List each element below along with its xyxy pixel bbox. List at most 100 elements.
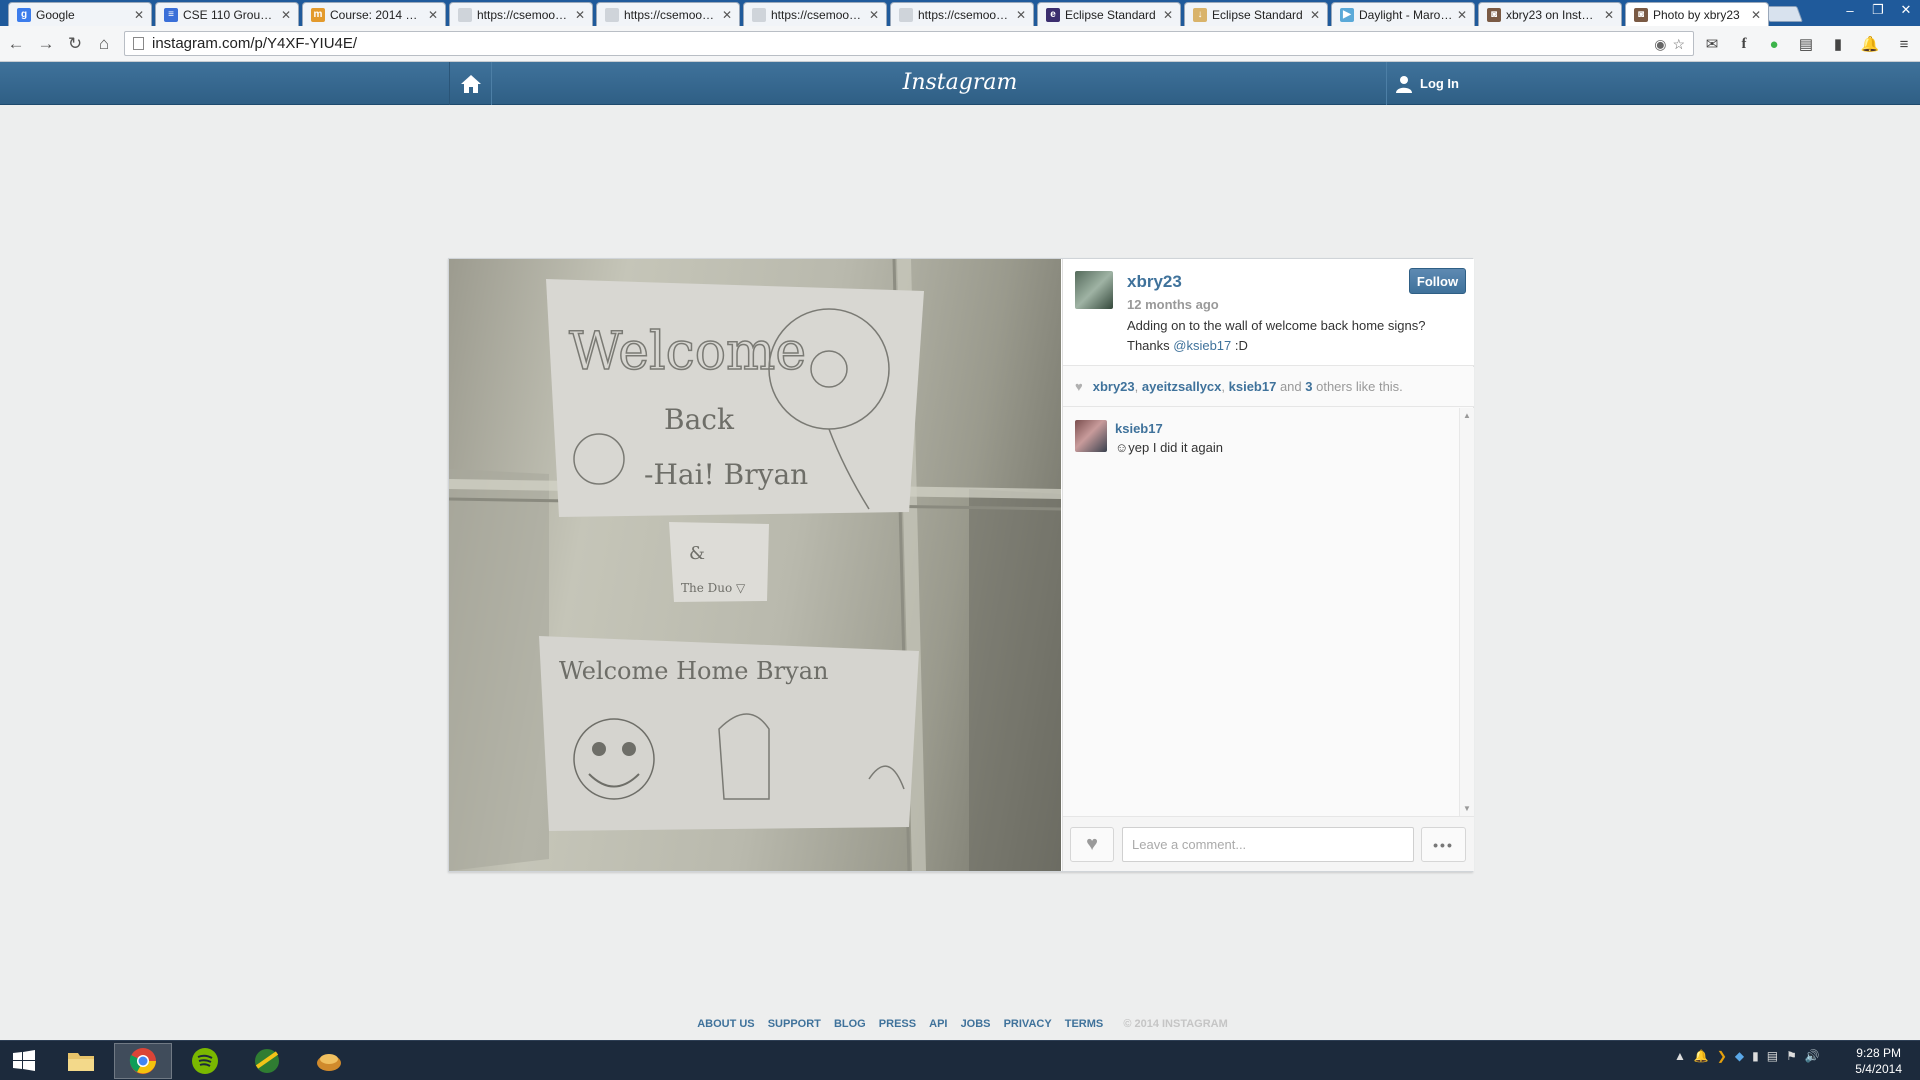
flag-icon[interactable]: ⚑ xyxy=(1786,1049,1797,1063)
close-tab-icon[interactable]: ✕ xyxy=(1456,8,1468,22)
footer-link-about[interactable]: ABOUT US xyxy=(697,1018,754,1030)
system-clock[interactable]: 9:28 PM 5/4/2014 xyxy=(1855,1045,1902,1077)
file-explorer-taskbar-button[interactable] xyxy=(52,1043,110,1079)
browser-tab[interactable]: ◙ Photo by xbry23 ✕ xyxy=(1625,2,1769,26)
caption-mention-link[interactable]: @ksieb17 xyxy=(1173,338,1231,353)
close-tab-icon[interactable]: ✕ xyxy=(868,8,880,22)
close-tab-icon[interactable]: ✕ xyxy=(721,8,733,22)
more-options-button[interactable]: ••• xyxy=(1421,827,1466,862)
browser-tab[interactable]: ↓ Eclipse Standard ✕ xyxy=(1184,2,1328,26)
comment-input[interactable] xyxy=(1122,827,1414,862)
show-hidden-icons-icon[interactable]: ▲ xyxy=(1674,1049,1686,1063)
browser-tab[interactable]: ≡ CSE 110 Group 10 ✕ xyxy=(155,2,299,26)
extension-id-icon[interactable]: ▮ xyxy=(1828,34,1848,54)
facebook-icon[interactable]: f xyxy=(1734,34,1754,54)
evernote-icon[interactable]: ● xyxy=(1764,34,1784,54)
chrome-menu-icon[interactable]: ≡ xyxy=(1894,34,1914,54)
footer-link-support[interactable]: SUPPORT xyxy=(768,1018,821,1030)
restore-icon[interactable]: ❐ xyxy=(1864,0,1892,20)
close-window-icon[interactable]: ✕ xyxy=(1892,0,1920,20)
likes-others-count[interactable]: 3 xyxy=(1305,379,1312,394)
footer-link-privacy[interactable]: PRIVACY xyxy=(1004,1018,1052,1030)
browser-tab[interactable]: ◙ xbry23 on Instagram✕ xyxy=(1478,2,1622,26)
plex-icon[interactable]: ❯ xyxy=(1717,1049,1727,1063)
browser-tab[interactable]: https://csemoodle ✕ xyxy=(890,2,1034,26)
new-tab-button[interactable] xyxy=(1763,6,1803,22)
chrome-taskbar-button[interactable] xyxy=(114,1043,172,1079)
bookmark-star-icon[interactable]: ☆ xyxy=(1672,36,1685,53)
comment-text: ☺yep I did it again xyxy=(1115,440,1223,455)
notification-icon[interactable]: 🔔 xyxy=(1694,1049,1709,1063)
owner-username[interactable]: xbry23 xyxy=(1127,272,1182,292)
back-icon[interactable]: ← xyxy=(4,32,28,56)
post-actions: ♥ ••• xyxy=(1063,816,1474,871)
home-icon[interactable]: ⌂ xyxy=(92,32,116,56)
battery-icon[interactable]: ▮ xyxy=(1752,1049,1759,1063)
instagram-logo[interactable]: Instagram xyxy=(0,70,1920,95)
instagram-icon: ◙ xyxy=(1634,7,1648,22)
footer-link-jobs[interactable]: JOBS xyxy=(961,1018,991,1030)
dropbox-icon[interactable]: ◆ xyxy=(1735,1049,1744,1063)
browser-tab[interactable]: g Google ✕ xyxy=(8,2,152,26)
close-tab-icon[interactable]: ✕ xyxy=(1603,8,1615,22)
windows-taskbar: ▲ 🔔 ❯ ◆ ▮ ▤ ⚑ 🔊 9:28 PM 5/4/2014 xyxy=(0,1040,1920,1080)
footer-copyright: © 2014 INSTAGRAM xyxy=(1123,1018,1228,1030)
scroll-up-icon[interactable]: ▲ xyxy=(1463,411,1471,420)
globe-app-icon xyxy=(255,1049,279,1073)
window-extension-icon[interactable]: ▤ xyxy=(1796,34,1816,54)
address-bar[interactable]: instagram.com/p/Y4XF-YIU4E/ ◉ ☆ xyxy=(124,31,1694,56)
svg-text:The Duo ▽: The Duo ▽ xyxy=(681,581,746,595)
volume-icon[interactable]: 🔊 xyxy=(1805,1049,1820,1063)
svg-text:&: & xyxy=(689,543,705,564)
avatar[interactable] xyxy=(1075,420,1107,452)
browser-tab[interactable]: m Course: 2014 Spring✕ xyxy=(302,2,446,26)
gmail-icon[interactable]: ✉ xyxy=(1702,34,1722,54)
browser-tab[interactable]: ▶ Daylight - Maroon 5✕ xyxy=(1331,2,1475,26)
footer-link-terms[interactable]: TERMS xyxy=(1065,1018,1104,1030)
docs-icon: ≡ xyxy=(164,7,178,22)
close-tab-icon[interactable]: ✕ xyxy=(1162,8,1174,22)
close-tab-icon[interactable]: ✕ xyxy=(280,8,292,22)
spotify-taskbar-button[interactable] xyxy=(176,1043,234,1079)
liker-link[interactable]: ksieb17 xyxy=(1229,379,1277,394)
app-taskbar-button[interactable] xyxy=(238,1043,296,1079)
browser-tab[interactable]: https://csemoodle ✕ xyxy=(449,2,593,26)
notification-bell-icon[interactable]: 🔔 xyxy=(1860,34,1880,54)
reload-icon[interactable]: ↻ xyxy=(63,32,87,56)
page-icon xyxy=(899,7,913,22)
photo-image: Welcome Back -Hai! Bryan & The Duo ▽ Wel… xyxy=(449,259,1061,871)
close-tab-icon[interactable]: ✕ xyxy=(1015,8,1027,22)
footer-link-press[interactable]: PRESS xyxy=(879,1018,916,1030)
reddit-icon[interactable]: ◉ xyxy=(1654,36,1666,53)
browser-tab[interactable]: e Eclipse Standard ✕ xyxy=(1037,2,1181,26)
browser-tab[interactable]: https://csemoodle ✕ xyxy=(743,2,887,26)
close-tab-icon[interactable]: ✕ xyxy=(427,8,439,22)
post-timestamp[interactable]: 12 months ago xyxy=(1127,297,1219,312)
follow-button[interactable]: Follow xyxy=(1409,268,1466,294)
eclipse-icon: e xyxy=(1046,7,1060,22)
avatar[interactable] xyxy=(1075,271,1113,309)
close-tab-icon[interactable]: ✕ xyxy=(1750,8,1762,22)
comment-username[interactable]: ksieb17 xyxy=(1115,421,1163,436)
instagram-header: Instagram Log In xyxy=(0,62,1920,105)
login-button[interactable]: Log In xyxy=(1386,62,1472,105)
comments-scrollbar[interactable]: ▲ ▼ xyxy=(1459,408,1474,816)
footer-link-blog[interactable]: BLOG xyxy=(834,1018,866,1030)
close-tab-icon[interactable]: ✕ xyxy=(133,8,145,22)
like-button[interactable]: ♥ xyxy=(1070,827,1114,862)
post-photo[interactable]: Welcome Back -Hai! Bryan & The Duo ▽ Wel… xyxy=(449,259,1061,871)
liker-link[interactable]: ayeitzsallycx xyxy=(1142,379,1222,394)
network-icon[interactable]: ▤ xyxy=(1767,1049,1778,1063)
close-tab-icon[interactable]: ✕ xyxy=(1309,8,1321,22)
eclipse-download-icon: ↓ xyxy=(1193,7,1207,22)
close-tab-icon[interactable]: ✕ xyxy=(574,8,586,22)
scroll-down-icon[interactable]: ▼ xyxy=(1463,804,1471,813)
liker-link[interactable]: xbry23 xyxy=(1093,379,1135,394)
minimize-icon[interactable]: – xyxy=(1836,0,1864,20)
eclipse-taskbar-button[interactable] xyxy=(300,1043,358,1079)
footer-link-api[interactable]: API xyxy=(929,1018,947,1030)
browser-tab[interactable]: https://csemoodle ✕ xyxy=(596,2,740,26)
tab-title: Course: 2014 Spring xyxy=(330,7,424,22)
forward-icon[interactable]: → xyxy=(34,32,58,56)
start-button[interactable] xyxy=(0,1043,48,1079)
